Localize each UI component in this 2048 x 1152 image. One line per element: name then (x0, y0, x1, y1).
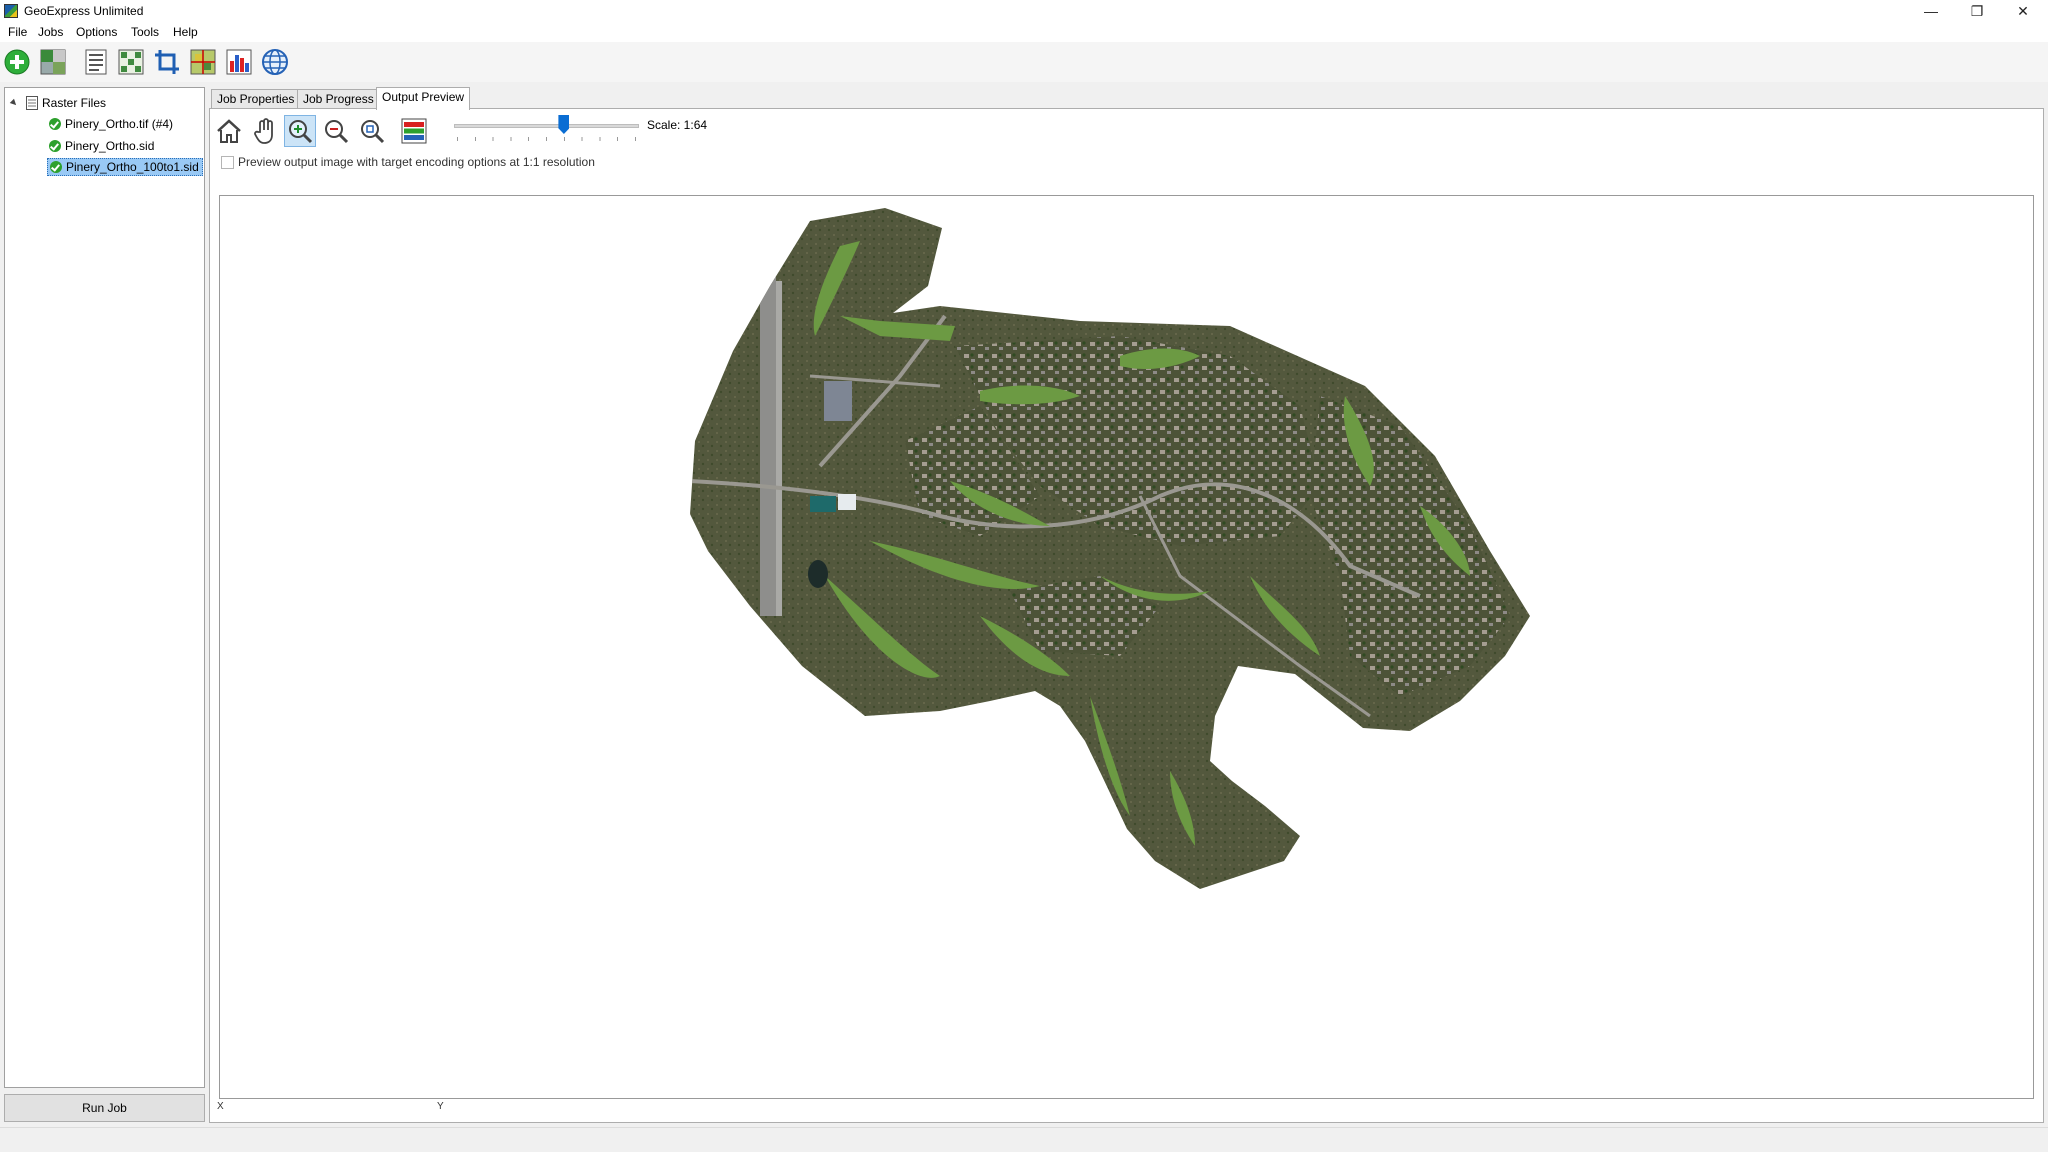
home-icon[interactable] (213, 115, 245, 147)
grid-icon[interactable] (188, 47, 218, 77)
window-title: GeoExpress Unlimited (24, 4, 144, 18)
tree-item-label: Pinery_Ortho_100to1.sid (66, 160, 199, 174)
slider-ticks (457, 137, 637, 141)
tree-item-label: Pinery_Ortho.tif (#4) (65, 117, 174, 131)
menu-jobs[interactable]: Jobs (38, 25, 63, 39)
file-list-icon (26, 96, 38, 110)
color-bands-icon[interactable] (398, 115, 430, 147)
add-file-icon[interactable] (2, 47, 32, 77)
tree-item-label: Pinery_Ortho.sid (65, 139, 155, 153)
menu-options[interactable]: Options (76, 25, 117, 39)
coord-x-label: X (217, 1101, 224, 1112)
close-button[interactable]: ✕ (2000, 0, 2046, 22)
preview-resolution-checkbox[interactable] (221, 156, 234, 169)
restore-button[interactable]: ❐ (1954, 0, 2000, 22)
status-ok-icon (49, 118, 61, 130)
app-logo-icon (4, 4, 18, 18)
globe-icon[interactable] (260, 47, 290, 77)
histogram-icon[interactable] (224, 47, 254, 77)
image-preview-canvas[interactable] (219, 195, 2034, 1099)
menu-tools[interactable]: Tools (131, 25, 159, 39)
title-bar: GeoExpress Unlimited — ❐ ✕ (0, 0, 2048, 22)
scale-label: Scale: 1:64 (647, 118, 708, 132)
tree-item-pinery-ortho-100to1-sid[interactable]: Pinery_Ortho_100to1.sid (47, 158, 203, 176)
output-preview-panel: Scale: 1:64 Preview output image with ta… (209, 108, 2044, 1123)
main-toolbar (0, 42, 2048, 82)
minimize-button[interactable]: — (1908, 0, 1954, 22)
metadata-icon[interactable] (116, 47, 146, 77)
menu-help[interactable]: Help (173, 25, 198, 39)
pan-hand-icon[interactable] (249, 115, 281, 147)
crop-icon[interactable] (152, 47, 182, 77)
properties-icon[interactable] (81, 47, 111, 77)
tree-item-pinery-ortho-tif[interactable]: Pinery_Ortho.tif (#4) (47, 115, 176, 133)
orthophoto-image (690, 208, 1530, 889)
tab-job-progress[interactable]: Job Progress (297, 89, 380, 109)
menu-file[interactable]: File (8, 25, 27, 39)
tab-output-preview[interactable]: Output Preview (376, 87, 471, 110)
zoom-in-icon[interactable] (284, 115, 316, 147)
zoom-out-icon[interactable] (320, 115, 352, 147)
status-ok-icon (49, 140, 61, 152)
status-bar (0, 1127, 2048, 1152)
zoom-extent-icon[interactable] (356, 115, 388, 147)
collapse-triangle-icon[interactable] (9, 98, 19, 108)
preview-resolution-label: Preview output image with target encodin… (238, 155, 595, 169)
raster-files-panel: Raster Files Pinery_Ortho.tif (#4) Piner… (4, 87, 205, 1088)
coord-y-label: Y (437, 1101, 444, 1112)
menu-bar: File Jobs Options Tools Help (0, 22, 2048, 42)
tab-job-properties[interactable]: Job Properties (211, 89, 301, 109)
run-job-button[interactable]: Run Job (4, 1094, 205, 1122)
tree-item-pinery-ortho-sid[interactable]: Pinery_Ortho.sid (47, 137, 157, 155)
scale-slider-thumb[interactable] (558, 115, 570, 134)
scale-slider[interactable] (454, 124, 639, 128)
tree-root-label: Raster Files (42, 96, 107, 110)
mosaic-icon[interactable] (38, 47, 68, 77)
tree-root-raster-files[interactable]: Raster Files (9, 94, 107, 112)
status-ok-icon (50, 161, 62, 173)
